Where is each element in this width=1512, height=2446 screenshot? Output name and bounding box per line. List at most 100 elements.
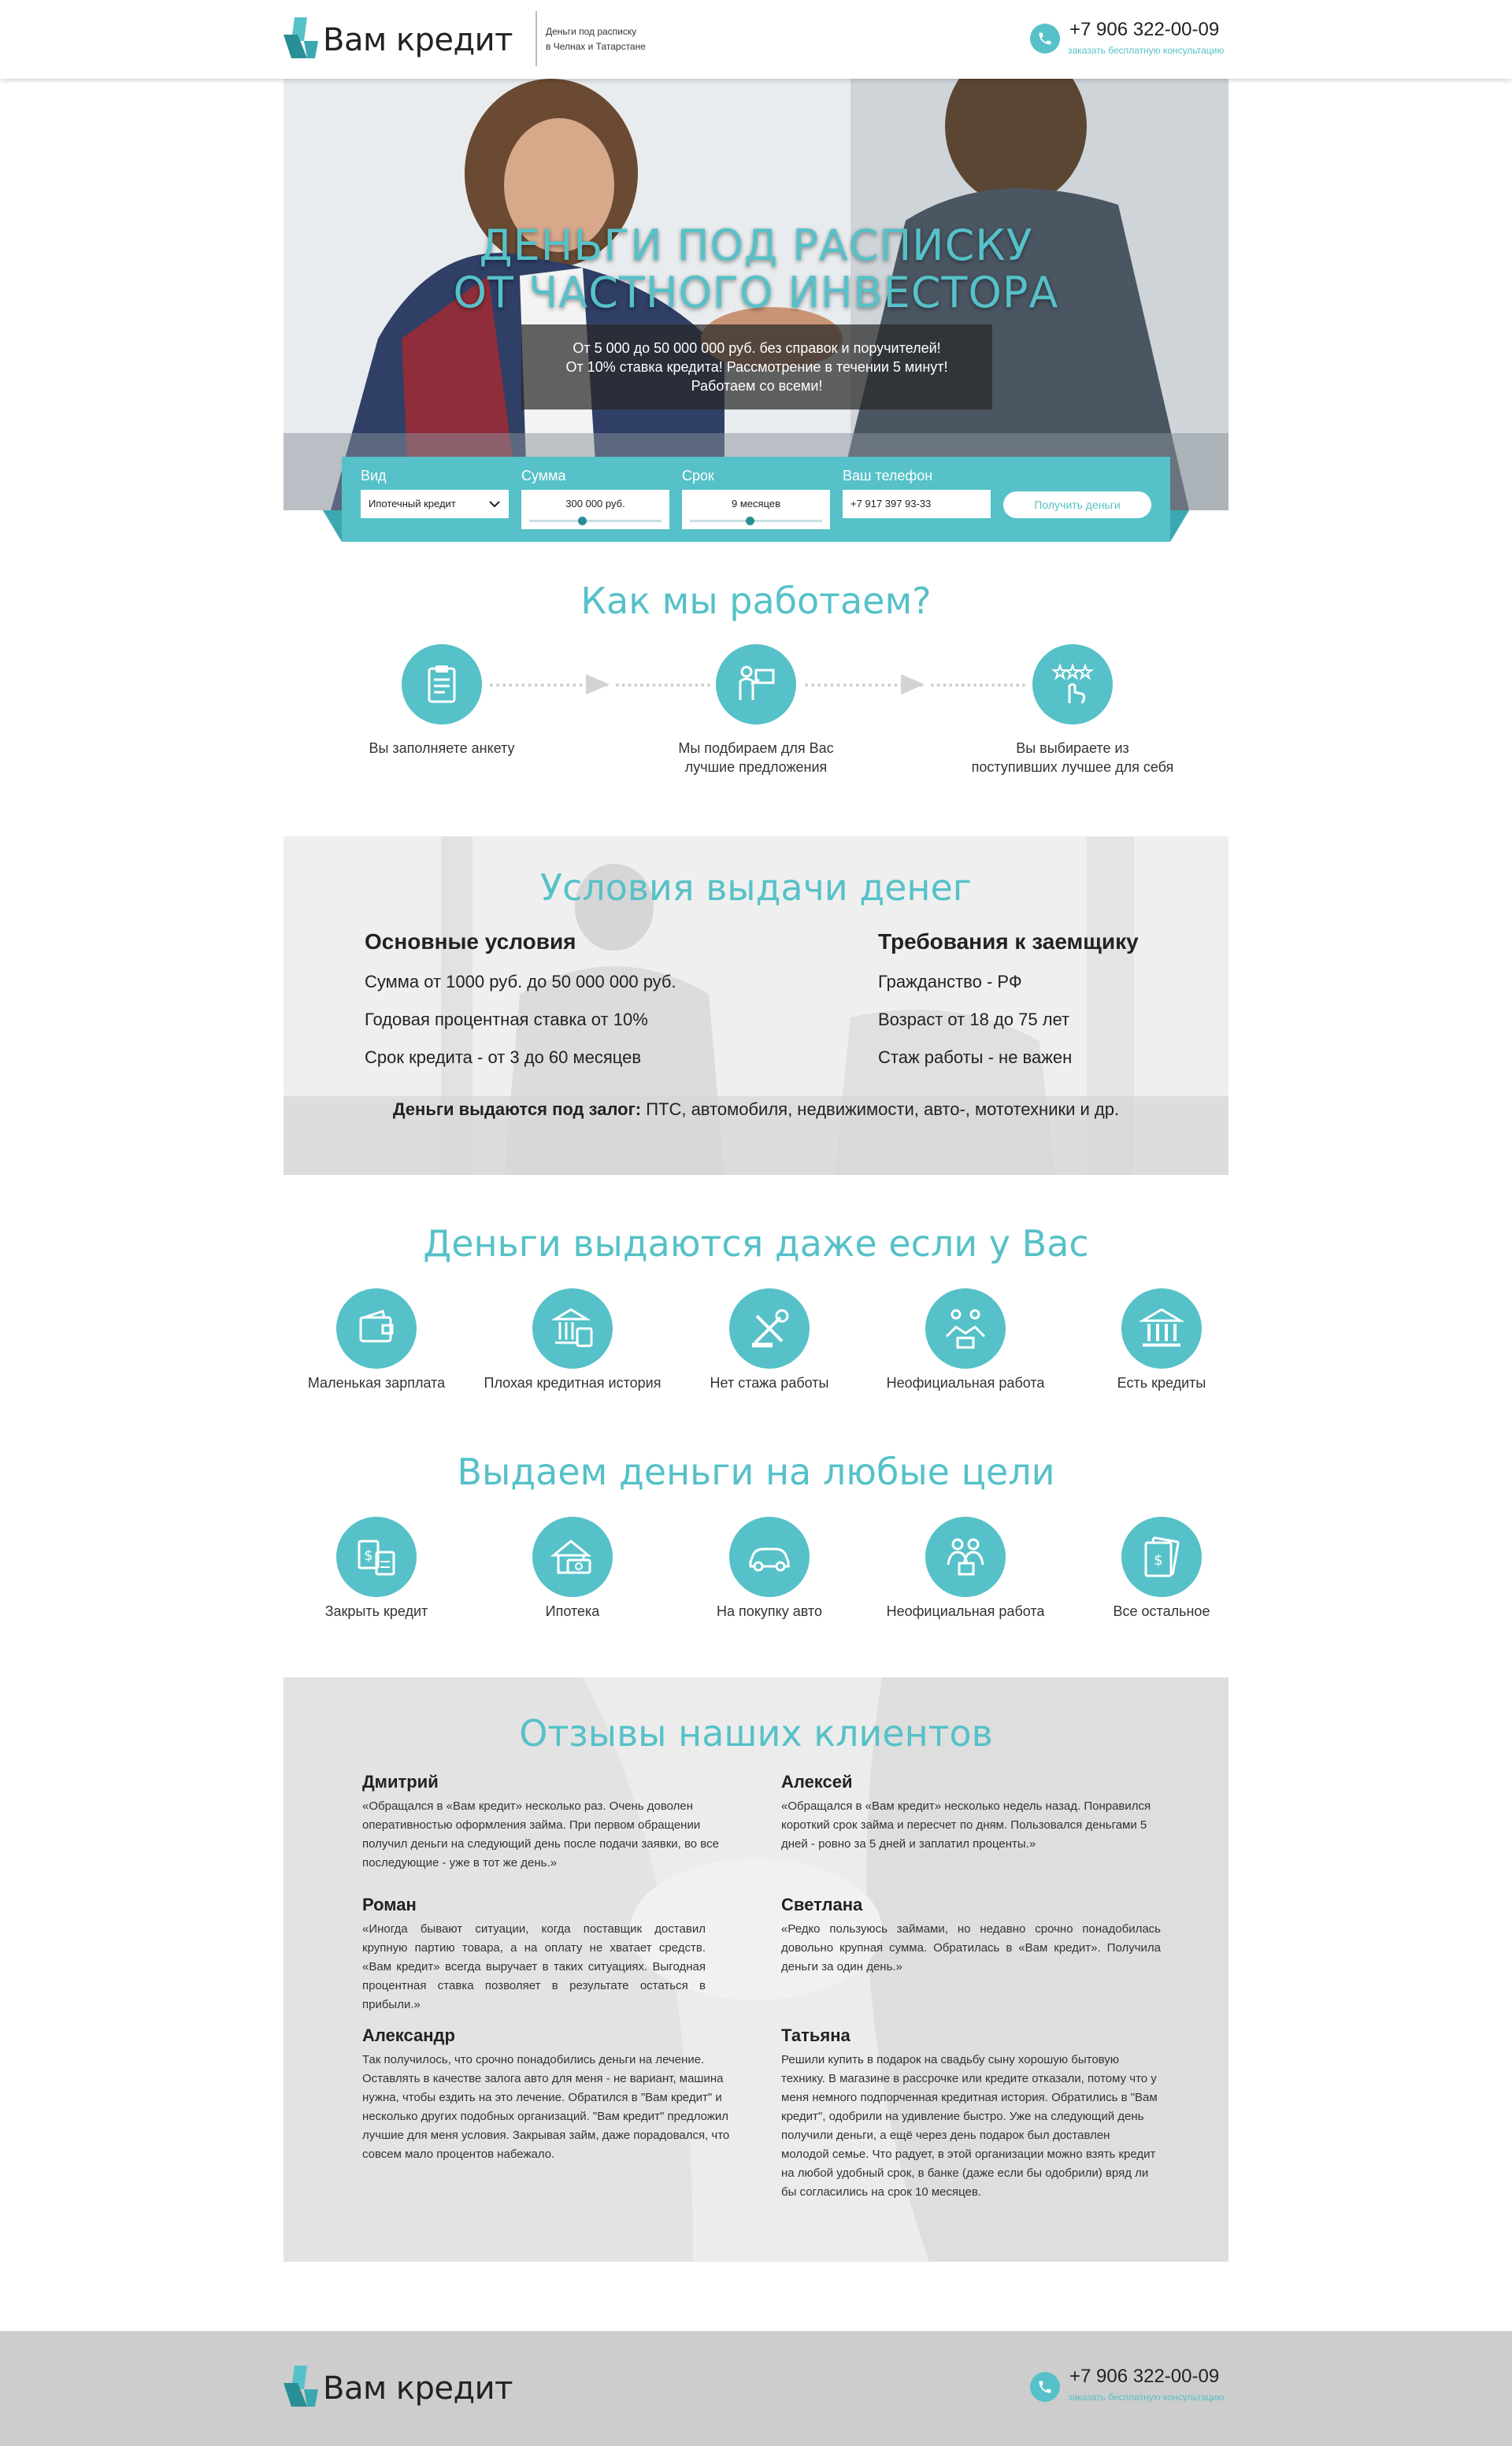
purposes-title: Выдаем деньги на любые цели [457,1451,1055,1493]
review-card-3: Роман «Иногда бывают ситуации, когда пос… [362,1895,706,2014]
even-if-circle-3 [729,1288,810,1369]
review-card-6: Татьяна Решили купить в подарок на свадь… [781,2025,1161,2202]
review-card-4: Светлана «Редко пользуюсь займами, но не… [781,1895,1161,1977]
even-if-label-1: Маленькая зарплата [307,1375,446,1391]
even-if-circle-1 [336,1288,417,1369]
phone-icon[interactable] [1030,24,1060,54]
sum-slider[interactable]: 300 000 руб. [521,490,669,529]
wallet-icon [359,1310,394,1343]
purpose-circle-5: $ [1121,1517,1202,1597]
hand-stars-icon [1051,662,1094,704]
even-if-circle-5 [1121,1288,1202,1369]
hero-banner: ДЕНЬГИ ПОД РАСПИСКУ ОТ ЧАСТНОГО ИНВЕСТОР… [284,79,1228,510]
step-3-circle [1032,644,1113,725]
term-label: Срок [682,468,714,484]
phone-input[interactable]: +7 917 397 93-33 [843,490,991,518]
conditions-left-item-3: Срок кредита - от 3 до 60 месяцев [365,1047,642,1067]
how-title: Как мы работаем? [580,580,932,622]
house-money-icon [550,1540,592,1574]
review-author: Светлана [781,1895,863,1914]
even-if-label-4: Неофициальная работа [886,1375,1045,1391]
conditions-right-item-3: Стаж работы - не важен [878,1047,1073,1067]
collateral-text: ПТС, автомобиля, недвижимости, авто-, мо… [646,1099,1120,1119]
term-slider[interactable]: 9 месяцев [682,490,830,529]
hero-sub-line2: От 10% ставка кредита! Рассмотрение в те… [565,359,948,375]
review-card-2: Алексей «Обращался в «Вам кредит» нескол… [781,1772,1161,1854]
even-if-title: Деньги выдаются даже если у Вас [423,1222,1089,1265]
step-2-text: Мы подбираем для Вас лучшие предложения [654,739,858,776]
bank-card-icon [550,1308,593,1347]
calculator-icon: $ [358,1540,395,1576]
arrow-right-icon [901,674,925,695]
purpose-label-3: На покупку авто [717,1603,822,1619]
reviews-title: Отзывы наших клиентов [519,1712,993,1755]
phone-label: Ваш телефон [843,468,933,484]
cash-icon: $ [1144,1536,1180,1577]
get-money-label: Получить деньги [1034,498,1121,511]
application-form: Вид Ипотечный кредит Сумма 300 000 руб. … [342,457,1170,542]
even-if-label-2: Плохая кредитная история [484,1375,662,1391]
review-author: Алексей [781,1772,853,1792]
clipboard-icon [428,665,456,703]
consult-link[interactable]: заказать бесплатную консультацию [1068,45,1224,56]
car-icon [749,1547,790,1572]
step-2-line1: Мы подбираем для Вас [678,740,834,756]
purpose-label-5: Все остальное [1113,1603,1210,1619]
logo-icon[interactable] [284,17,318,58]
collateral-bold: Деньги выдаются под залог: [392,1099,642,1119]
footer-logo-text[interactable]: Вам кредит [323,2370,513,2407]
type-label: Вид [361,468,387,484]
purpose-label-4: Неофициальная работа [886,1603,1045,1619]
business-people-icon [947,1538,984,1576]
step-3-line1: Вы выбираете из [1016,740,1129,756]
review-text: «Иногда бывают ситуации, когда поставщик… [362,1922,706,2011]
sum-label: Сумма [521,468,566,484]
footer-consult-link[interactable]: заказать бесплатную консультацию [1068,2392,1224,2403]
conditions-left-item-1: Сумма от 1000 руб. до 50 000 000 руб. [365,972,676,991]
review-author: Дмитрий [362,1772,439,1792]
purpose-circle-2 [532,1517,613,1597]
conditions-right-heading: Требования к заемщику [878,929,1139,954]
sum-thumb[interactable] [578,517,587,525]
purpose-label-2: Ипотека [545,1603,600,1619]
site-header: Вам кредит Деньги под расписку в Челнах … [0,0,1512,79]
purpose-label-1: Закрыть кредит [324,1603,428,1619]
step-3-line2: поступивших лучшее для себя [971,759,1174,775]
purpose-circle-1: $ [336,1517,417,1597]
purpose-circle-3 [729,1517,810,1597]
handshake-icon [945,1309,986,1349]
footer-logo-icon[interactable] [284,2366,318,2407]
tagline-line2: в Челнах и Татарстане [546,41,646,52]
svg-text:$: $ [364,1547,372,1564]
footer-phone[interactable]: +7 906 322-00-09 [1069,2366,1219,2388]
type-select[interactable]: Ипотечный кредит [361,490,509,518]
header-phone[interactable]: +7 906 322-00-09 [1069,19,1219,41]
site-footer: Вам кредит +7 906 322-00-09 заказать бес… [0,2331,1512,2446]
hero-title-line2: ОТ ЧАСТНОГО ИНВЕСТОРА [453,268,1059,317]
sum-value: 300 000 руб. [565,498,625,510]
term-thumb[interactable] [745,517,754,525]
conditions-right-item-2: Возраст от 18 до 75 лет [878,1010,1070,1029]
form-ribbon-left [323,510,342,542]
review-card-1: Дмитрий «Обращался в «Вам кредит» нескол… [362,1772,729,1873]
tagline-line1: Деньги под расписку [546,26,637,37]
step-connector-4 [931,684,1025,687]
header-divider [536,11,537,66]
svg-text:$: $ [1154,1552,1162,1569]
logo-text[interactable]: Вам кредит [323,22,513,58]
review-author: Татьяна [781,2025,850,2045]
review-text: «Обращался в «Вам кредит» несколько неде… [781,1799,1151,1851]
review-text: Решили купить в подарок на свадьбу сыну … [781,2053,1158,2199]
even-if-circle-4 [925,1288,1006,1369]
term-track [690,520,822,522]
review-author: Александр [362,2025,455,2045]
even-if-circle-2 [532,1288,613,1369]
step-connector-2 [616,684,710,687]
step-1-line1: Вы заполняете анкету [369,740,515,756]
conditions-left-item-2: Годовая процентная ставка от 10% [365,1010,648,1029]
get-money-button[interactable]: Получить деньги [1003,491,1151,518]
footer-phone-icon[interactable] [1030,2372,1060,2402]
step-2-line2: лучшие предложения [684,759,828,775]
phone-input-value: +7 917 397 93-33 [850,498,932,510]
bank-icon [1138,1308,1185,1347]
